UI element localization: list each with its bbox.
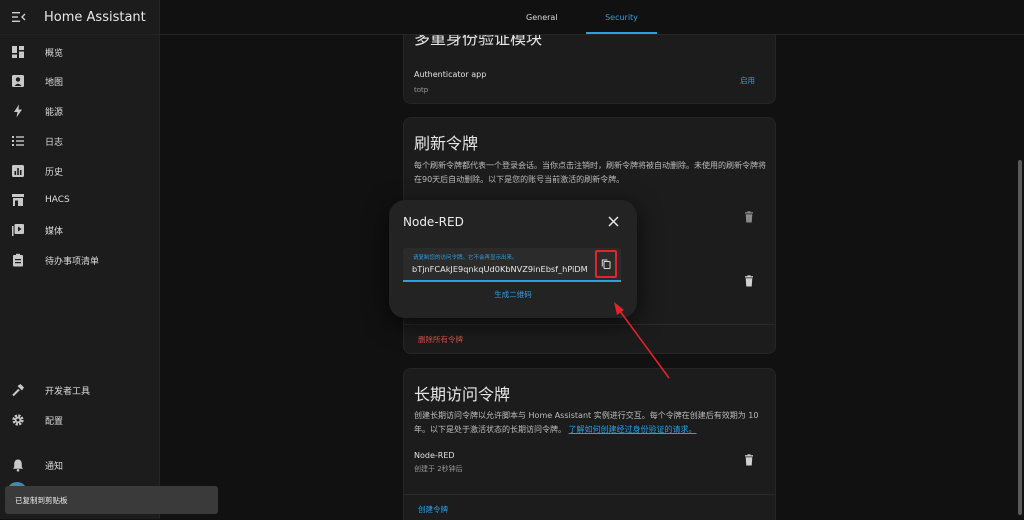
generate-qr-button[interactable]: 生成二维码	[389, 289, 637, 300]
divider	[404, 494, 775, 495]
token-field[interactable]: 请复制您的访问令牌。它不会再显示出来。 bTjnFCAkJE9qnkqUd0Kb…	[403, 248, 621, 282]
sidebar-item-notifications[interactable]: 通知	[0, 451, 159, 479]
active-tab-indicator	[586, 32, 657, 34]
sidebar-item-energy[interactable]: 能源	[0, 97, 159, 125]
play-box-multiple-icon	[12, 224, 24, 236]
lightning-bolt-icon	[14, 104, 22, 118]
token-field-label: 请复制您的访问令牌。它不会再显示出来。	[413, 255, 518, 261]
sidebar-item-label: 媒体	[45, 226, 64, 237]
sidebar-item-label: 日志	[45, 137, 64, 148]
close-icon[interactable]	[608, 216, 619, 227]
sidebar-item-logbook[interactable]: 日志	[0, 127, 159, 155]
sidebar-item-label: 开发者工具	[45, 386, 91, 397]
token-created: 创建于 2秒钟后	[414, 465, 463, 473]
toast: 已复制到剪贴板	[5, 486, 218, 514]
sidebar-item-settings[interactable]: 配置	[0, 406, 159, 434]
chart-box-icon	[12, 165, 24, 177]
menu-open-icon[interactable]	[12, 10, 26, 24]
long-lived-card-description: 创建长期访问令牌以允许脚本与 Home Assistant 实例进行交互。每个令…	[414, 409, 766, 437]
token-name: Node-RED	[414, 451, 455, 460]
sidebar-item-label: 配置	[45, 416, 64, 427]
sidebar-item-todo[interactable]: 待办事项清单	[0, 246, 159, 274]
refresh-card-description: 每个刷新令牌都代表一个登录会话。当你点击注销时，刷新令牌将被自动删除。未使用的刷…	[414, 161, 766, 184]
sidebar-header: Home Assistant	[0, 0, 159, 35]
scrollbar[interactable]	[1018, 160, 1022, 515]
hacs-icon	[12, 194, 24, 206]
clipboard-list-icon	[13, 253, 23, 267]
sidebar-item-hacs[interactable]: HACS	[0, 186, 159, 214]
map-icon	[12, 75, 24, 87]
list-icon	[12, 136, 24, 146]
dashboard-icon	[12, 46, 24, 58]
token-value[interactable]: bTjnFCAkJE9qnkqUd0KbNVZ9inEbsf_hPiDM	[412, 264, 600, 274]
gear-icon	[12, 414, 24, 426]
sidebar-item-history[interactable]: 历史	[0, 157, 159, 185]
sidebar-item-developer-tools[interactable]: 开发者工具	[0, 376, 159, 404]
divider	[404, 324, 775, 325]
sidebar-item-label: 待办事项清单	[45, 256, 100, 267]
toast-message: 已复制到剪贴板	[15, 495, 68, 505]
tab-security[interactable]: Security	[586, 0, 657, 34]
enable-mfa-button[interactable]: 启用	[740, 75, 755, 86]
learn-more-link[interactable]: 了解如何创建经过身份验证的请求。	[569, 425, 697, 434]
sidebar-title: Home Assistant	[44, 9, 146, 25]
sidebar-item-label: 能源	[45, 107, 64, 118]
sidebar-item-map[interactable]: 地图	[0, 67, 159, 95]
sidebar-item-label: 历史	[45, 167, 64, 178]
delete-all-tokens-button[interactable]: 删除所有令牌	[418, 334, 463, 345]
sidebar-item-label: 概览	[45, 48, 64, 59]
delete-icon[interactable]	[743, 275, 755, 287]
sidebar-item-label: 地图	[45, 77, 64, 88]
delete-icon[interactable]	[743, 211, 755, 223]
sidebar-item-media[interactable]: 媒体	[0, 216, 159, 244]
mfa-module-name: Authenticator app	[414, 70, 487, 79]
tab-general[interactable]: General	[526, 0, 558, 34]
sidebar-item-label: HACS	[45, 195, 70, 205]
copy-icon	[601, 259, 611, 269]
delete-icon[interactable]	[743, 454, 755, 466]
sidebar-item-overview[interactable]: 概览	[0, 38, 159, 66]
hammer-icon	[12, 384, 24, 397]
sidebar: Home Assistant 概览 地图 能源 日志 历史 HACS 媒体 待办…	[0, 0, 160, 519]
long-lived-card-title: 长期访问令牌	[414, 385, 511, 404]
copy-button[interactable]	[595, 250, 617, 278]
create-token-button[interactable]: 创建令牌	[418, 504, 448, 515]
dialog-title: Node-RED	[403, 215, 464, 229]
bell-icon	[13, 459, 23, 472]
token-dialog: Node-RED 请复制您的访问令牌。它不会再显示出来。 bTjnFCAkJE9…	[389, 200, 637, 318]
long-lived-tokens-card: 长期访问令牌 创建长期访问令牌以允许脚本与 Home Assistant 实例进…	[403, 368, 776, 520]
refresh-card-title: 刷新令牌	[414, 134, 479, 153]
sidebar-item-label: 通知	[45, 461, 64, 472]
mfa-module-id: totp	[414, 86, 429, 94]
